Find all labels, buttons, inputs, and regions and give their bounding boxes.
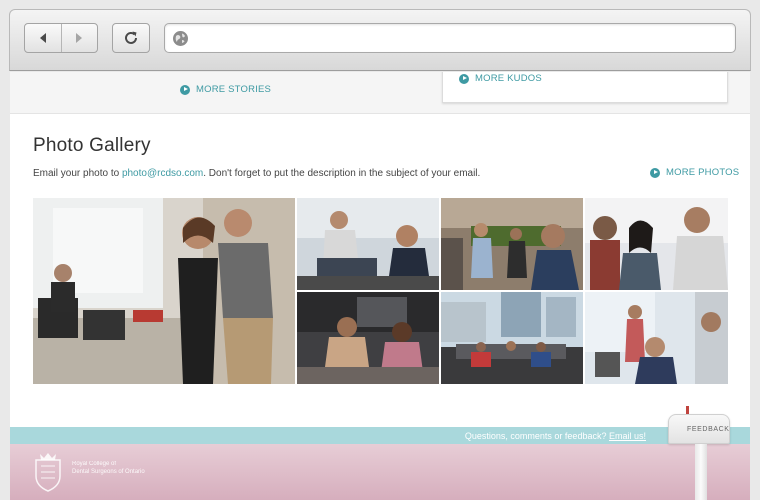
gallery-photo-6[interactable] [441,292,583,384]
forward-arrow-icon [76,33,83,43]
play-circle-icon [180,84,190,95]
more-stories-label: MORE STORIES [196,84,272,95]
play-circle-icon [650,167,660,178]
org-line-1: Royal College of [72,461,117,467]
gallery-desc-prefix: Email your photo to [33,168,122,179]
footer-feedback-text: Questions, comments or feedback? Email u… [465,431,646,441]
feedback-label: FEEDBACK [687,426,730,433]
more-kudos-link[interactable]: MORE KUDOS [459,73,542,84]
footer-question: Questions, comments or feedback? [464,431,607,441]
gallery-photo-large[interactable] [33,198,295,384]
org-line-2: Dental Surgeons of Ontario [72,469,145,475]
play-circle-icon [459,73,469,84]
gallery-title: Photo Gallery [33,135,151,156]
gallery-photo-4[interactable] [585,198,728,290]
forward-button[interactable] [60,24,97,52]
photo-grid [33,198,728,384]
gallery-desc-suffix: . Don't forget to put the description in… [203,168,481,179]
reload-icon [125,31,137,44]
gallery-email-link[interactable]: photo@rcdso.com [122,168,203,179]
more-kudos-label: MORE KUDOS [475,73,542,84]
reload-button[interactable] [112,23,150,53]
gallery-photo-2[interactable] [297,198,439,290]
gallery-photo-3[interactable] [441,198,583,290]
footer-email-link[interactable]: Email us! [609,431,646,441]
gallery-photo-7[interactable] [585,292,728,384]
address-bar[interactable] [164,23,736,53]
nav-button-group [24,23,98,53]
org-name: Royal College of Dental Surgeons of Onta… [72,460,145,476]
mailbox-post [695,444,707,500]
back-button[interactable] [25,24,61,52]
back-arrow-icon [39,33,46,43]
gallery-description: Email your photo to photo@rcdso.com. Don… [33,168,480,179]
gallery-photo-5[interactable] [297,292,439,384]
more-photos-link[interactable]: MORE PHOTOS [650,167,739,178]
rcdso-crest-logo [35,453,61,492]
browser-toolbar [9,9,751,71]
page-viewport: MORE STORIES MORE KUDOS Photo Gallery Em… [10,72,750,500]
more-stories-link[interactable]: MORE STORIES [180,84,271,95]
more-photos-label: MORE PHOTOS [666,167,740,178]
globe-icon [173,31,188,46]
